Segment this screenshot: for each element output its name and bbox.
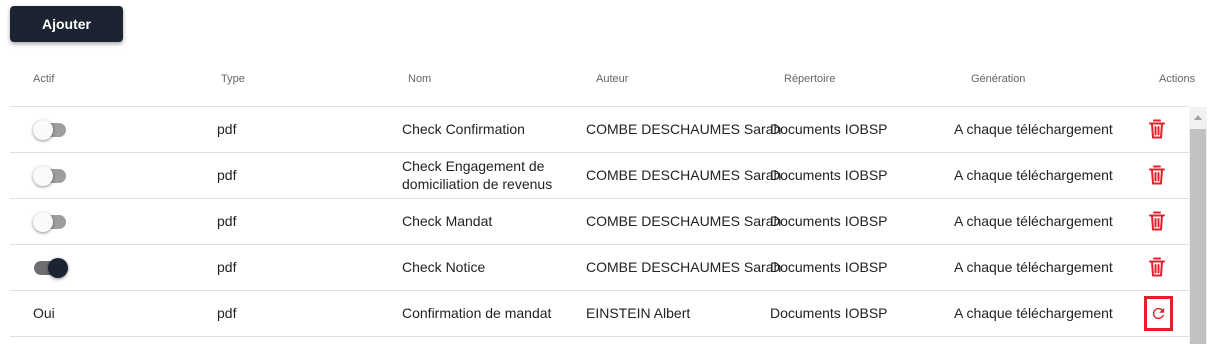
- table-divider: [10, 106, 1189, 107]
- column-header-actions: Actions: [1159, 73, 1196, 85]
- table-divider: [10, 152, 1189, 153]
- table-divider: [10, 336, 1189, 337]
- scroll-up-arrow-icon[interactable]: [1189, 107, 1207, 129]
- column-header-repertoire: Répertoire: [784, 73, 836, 85]
- auteur-cell: EINSTEIN Albert: [586, 305, 691, 321]
- nom-cell: Check Mandat: [402, 213, 493, 229]
- actif-toggle[interactable]: [33, 118, 67, 142]
- actif-toggle[interactable]: [33, 210, 67, 234]
- generation-cell: A chaque téléchargement: [954, 121, 1113, 137]
- nom-cell: Check Engagement de domiciliation de rev…: [402, 158, 553, 192]
- repertoire-cell: Documents IOBSP: [770, 305, 888, 321]
- trash-icon[interactable]: [1149, 257, 1165, 277]
- vertical-scrollbar[interactable]: [1189, 107, 1207, 344]
- column-header-auteur: Auteur: [596, 73, 629, 85]
- type-cell: pdf: [217, 167, 237, 183]
- repertoire-cell: Documents IOBSP: [770, 167, 888, 183]
- actif-toggle[interactable]: [33, 256, 68, 280]
- column-header-type: Type: [221, 73, 245, 85]
- auteur-cell: COMBE DESCHAUMES Sarah: [586, 121, 782, 137]
- type-cell: pdf: [217, 305, 237, 321]
- type-cell: pdf: [217, 121, 237, 137]
- column-header-actif: Actif: [33, 73, 55, 85]
- type-cell: pdf: [217, 213, 237, 229]
- add-button[interactable]: Ajouter: [10, 6, 123, 42]
- generation-cell: A chaque téléchargement: [954, 167, 1113, 183]
- generation-cell: A chaque téléchargement: [954, 305, 1113, 321]
- nom-cell: Check Notice: [402, 259, 486, 275]
- trash-icon[interactable]: [1149, 211, 1165, 231]
- restore-button[interactable]: [1144, 296, 1173, 331]
- type-cell: pdf: [217, 259, 237, 275]
- nom-cell: Confirmation de mandat: [402, 305, 552, 321]
- scrollbar-thumb[interactable]: [1190, 129, 1206, 344]
- actif-cell: Oui: [33, 305, 55, 321]
- auteur-cell: COMBE DESCHAUMES Sarah: [586, 167, 782, 183]
- column-header-generation: Génération: [971, 73, 1026, 85]
- generation-cell: A chaque téléchargement: [954, 213, 1113, 229]
- table-divider: [10, 290, 1189, 291]
- repertoire-cell: Documents IOBSP: [770, 259, 888, 275]
- column-header-nom: Nom: [408, 73, 432, 85]
- restore-icon: [1152, 307, 1165, 320]
- table-divider: [10, 198, 1189, 199]
- generation-cell: A chaque téléchargement: [954, 259, 1113, 275]
- trash-icon[interactable]: [1149, 119, 1165, 139]
- actif-toggle[interactable]: [33, 164, 67, 188]
- repertoire-cell: Documents IOBSP: [770, 213, 888, 229]
- auteur-cell: COMBE DESCHAUMES Sarah: [586, 213, 782, 229]
- auteur-cell: COMBE DESCHAUMES Sarah: [586, 259, 782, 275]
- nom-cell: Check Confirmation: [402, 121, 525, 137]
- table-divider: [10, 244, 1189, 245]
- trash-icon[interactable]: [1149, 165, 1165, 185]
- repertoire-cell: Documents IOBSP: [770, 121, 888, 137]
